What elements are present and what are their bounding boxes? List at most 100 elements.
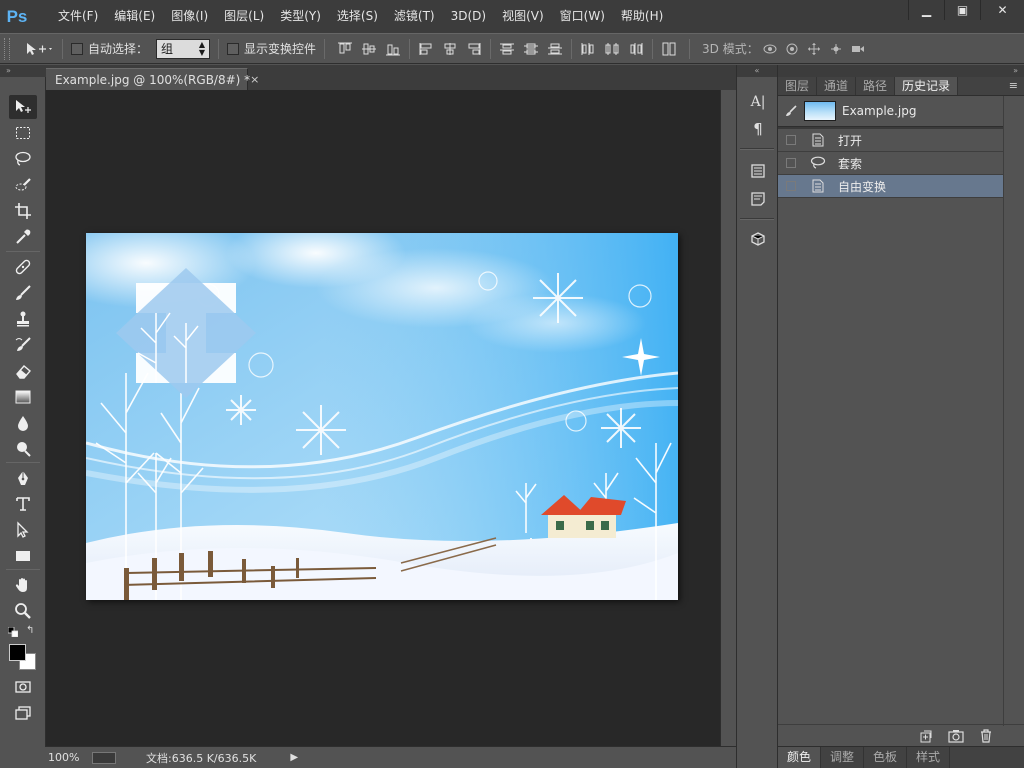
camera-snapshot-icon[interactable]: [948, 728, 964, 744]
healing-brush-tool[interactable]: [9, 255, 37, 279]
tool-preset-picker[interactable]: [24, 41, 54, 57]
clone-stamp-tool[interactable]: [9, 307, 37, 331]
tab-paths[interactable]: 路径: [856, 77, 896, 95]
blur-tool[interactable]: [9, 411, 37, 435]
quick-mask-button[interactable]: [9, 675, 37, 699]
align-right-icon[interactable]: [462, 39, 486, 59]
type-tool[interactable]: [9, 492, 37, 516]
character-panel-icon[interactable]: A|: [747, 92, 769, 112]
tab-channels[interactable]: 通道: [817, 77, 857, 95]
shape-tool[interactable]: [9, 544, 37, 568]
menu-file[interactable]: 文件(F): [50, 0, 106, 33]
marquee-tool[interactable]: [9, 121, 37, 145]
3d-roll-icon[interactable]: [781, 39, 803, 59]
restore-button[interactable]: ▣: [944, 0, 980, 20]
status-menu-arrow-icon[interactable]: ▶: [290, 752, 298, 763]
show-transform-checkbox[interactable]: [227, 42, 240, 55]
move-tool[interactable]: [9, 95, 37, 119]
zoom-tool[interactable]: [9, 599, 37, 623]
menu-help[interactable]: 帮助(H): [613, 0, 671, 33]
eraser-tool[interactable]: [9, 359, 37, 383]
align-left-icon[interactable]: [414, 39, 438, 59]
menu-edit[interactable]: 编辑(E): [106, 0, 163, 33]
brush-tool[interactable]: [9, 281, 37, 305]
history-snapshot[interactable]: Example.jpg: [778, 96, 1024, 127]
panel-collapse-handle[interactable]: »: [778, 65, 1024, 77]
document-icon: [810, 178, 826, 194]
distribute-right-icon[interactable]: [624, 39, 648, 59]
dodge-tool[interactable]: [9, 437, 37, 461]
align-bottom-icon[interactable]: [381, 39, 405, 59]
gradient-tool[interactable]: [9, 385, 37, 409]
trash-icon[interactable]: [978, 728, 994, 744]
tab-layers[interactable]: 图层: [778, 77, 818, 95]
menu-image[interactable]: 图像(I): [163, 0, 216, 33]
history-brush-source-icon[interactable]: [778, 104, 804, 118]
3d-slide-icon[interactable]: [825, 39, 847, 59]
swap-colors-icon[interactable]: ↰: [26, 625, 38, 637]
align-top-icon[interactable]: [333, 39, 357, 59]
default-colors-icon[interactable]: [7, 626, 19, 638]
screen-mode-button[interactable]: [9, 701, 37, 725]
align-buttons: [333, 38, 681, 59]
foreground-color-swatch[interactable]: [9, 644, 26, 661]
pen-tool[interactable]: [9, 466, 37, 490]
new-document-from-state-icon[interactable]: [918, 728, 934, 744]
strip-collapse-handle[interactable]: «: [737, 65, 777, 77]
tab-history[interactable]: 历史记录: [895, 77, 959, 95]
navigator-panel-icon[interactable]: [747, 161, 769, 181]
toolbar-collapse-handle[interactable]: »: [0, 65, 46, 77]
history-brush-checkbox[interactable]: [786, 158, 796, 168]
menu-type[interactable]: 类型(Y): [272, 0, 329, 33]
hand-tool[interactable]: [9, 573, 37, 597]
history-brush-tool[interactable]: [9, 333, 37, 357]
menu-3d[interactable]: 3D(D): [443, 0, 494, 33]
document-image[interactable]: [86, 233, 678, 600]
notes-panel-icon[interactable]: [747, 189, 769, 209]
menu-filter[interactable]: 滤镜(T): [386, 0, 443, 33]
crop-tool[interactable]: [9, 199, 37, 223]
canvas-vertical-scrollbar[interactable]: [720, 90, 736, 746]
tab-close-icon[interactable]: ×: [250, 73, 259, 86]
tab-swatches[interactable]: 色板: [864, 747, 908, 768]
close-button[interactable]: ✕: [980, 0, 1024, 20]
menu-window[interactable]: 窗口(W): [552, 0, 613, 33]
history-scrollbar[interactable]: [1003, 96, 1024, 726]
3d-pan-icon[interactable]: [803, 39, 825, 59]
tab-color[interactable]: 颜色: [778, 747, 822, 768]
quick-selection-tool[interactable]: [9, 173, 37, 197]
history-item-free-transform[interactable]: 自由变换: [778, 175, 1003, 198]
distribute-vcenter-icon[interactable]: [519, 39, 543, 59]
3d-rotate-icon[interactable]: [759, 39, 781, 59]
eyedropper-tool[interactable]: [9, 225, 37, 249]
history-item-lasso[interactable]: 套索: [778, 152, 1003, 175]
align-hcenter-icon[interactable]: [438, 39, 462, 59]
history-brush-checkbox[interactable]: [786, 181, 796, 191]
distribute-hcenter-icon[interactable]: [600, 39, 624, 59]
distribute-bottom-icon[interactable]: [543, 39, 567, 59]
distribute-top-icon[interactable]: [495, 39, 519, 59]
menu-view[interactable]: 视图(V): [494, 0, 552, 33]
lasso-tool[interactable]: [9, 147, 37, 171]
auto-select-dropdown[interactable]: 组 ▲ ▼: [156, 38, 211, 59]
tab-styles[interactable]: 样式: [907, 747, 951, 768]
options-grip[interactable]: [4, 37, 10, 60]
menu-layer[interactable]: 图层(L): [216, 0, 272, 33]
3d-panel-icon[interactable]: [747, 229, 769, 249]
paragraph-panel-icon[interactable]: ¶: [747, 119, 769, 139]
distribute-left-icon[interactable]: [576, 39, 600, 59]
history-brush-checkbox[interactable]: [786, 135, 796, 145]
history-item-open[interactable]: 打开: [778, 129, 1003, 152]
auto-select-checkbox[interactable]: [71, 42, 83, 55]
align-vcenter-icon[interactable]: [357, 39, 381, 59]
menu-select[interactable]: 选择(S): [329, 0, 386, 33]
auto-align-icon[interactable]: [657, 39, 681, 59]
minimize-button[interactable]: ▁: [908, 0, 944, 20]
zoom-level[interactable]: 100%: [46, 751, 92, 764]
document-tab[interactable]: Example.jpg @ 100%(RGB/8#) * ×: [46, 68, 259, 90]
options-bar: 自动选择： 组 ▲ ▼ 显示变换控件 3D 模式：: [0, 33, 1024, 64]
3d-scale-icon[interactable]: [847, 39, 869, 59]
tab-adjustments[interactable]: 调整: [821, 747, 865, 768]
panel-menu-icon[interactable]: ≡: [1009, 79, 1018, 92]
path-selection-tool[interactable]: [9, 518, 37, 542]
